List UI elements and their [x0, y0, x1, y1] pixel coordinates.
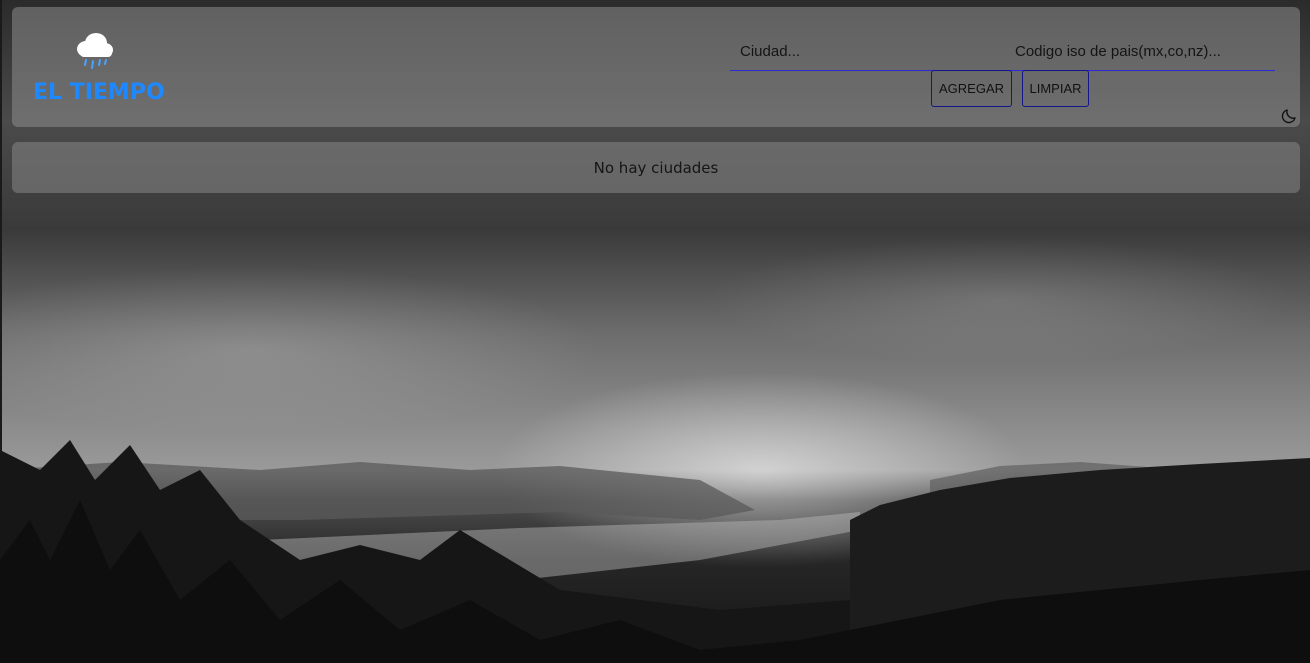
- country-code-input[interactable]: [1005, 33, 1275, 71]
- header-panel: EL TIEMPO AGREGAR LIMPIAR: [12, 7, 1300, 127]
- add-city-button[interactable]: AGREGAR: [931, 70, 1012, 107]
- moon-icon[interactable]: [1280, 107, 1298, 125]
- rain-cloud-icon: [72, 31, 116, 71]
- city-input[interactable]: [730, 33, 1000, 71]
- cities-panel: No hay ciudades: [12, 142, 1300, 193]
- clear-button[interactable]: LIMPIAR: [1022, 70, 1089, 107]
- empty-cities-message: No hay ciudades: [593, 158, 719, 177]
- brand-title: EL TIEMPO: [33, 80, 165, 105]
